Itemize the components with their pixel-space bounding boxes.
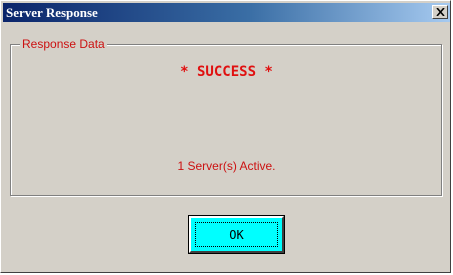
close-button[interactable] xyxy=(432,5,448,19)
success-message: * SUCCESS * xyxy=(180,64,273,80)
titlebar[interactable]: Server Response xyxy=(3,3,450,22)
ok-button-face[interactable]: OK xyxy=(189,216,284,253)
response-data-legend: Response Data xyxy=(20,37,107,51)
ok-button-label[interactable]: OK xyxy=(195,222,278,247)
ok-button[interactable]: OK xyxy=(188,215,285,254)
server-status-message: 1 Server(s) Active. xyxy=(177,159,276,173)
window-title: Server Response xyxy=(6,5,98,20)
close-icon xyxy=(435,8,445,16)
